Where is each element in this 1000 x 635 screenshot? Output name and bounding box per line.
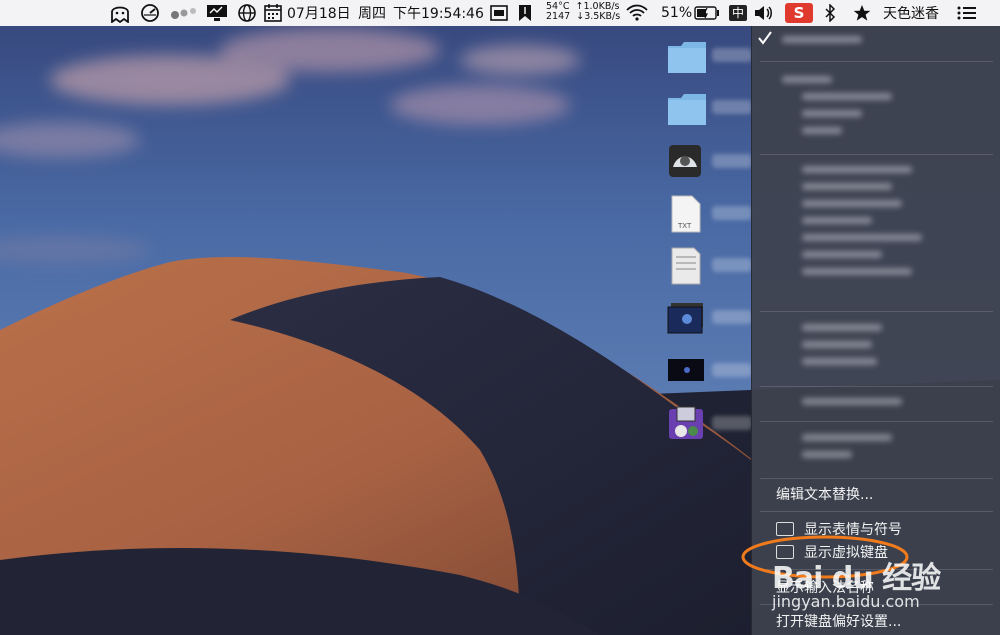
- menu-separator: [760, 386, 993, 387]
- star-icon[interactable]: [853, 0, 871, 26]
- cpu-readout: 2147: [546, 11, 571, 22]
- document-icon[interactable]: [670, 247, 710, 287]
- checkmark-icon: [758, 30, 772, 49]
- wifi-icon[interactable]: [626, 0, 648, 26]
- blurred-menu-section: [772, 66, 981, 134]
- battery-percent[interactable]: 51%: [661, 0, 692, 26]
- blurred-menu-section: [772, 314, 981, 365]
- speedometer-icon[interactable]: [140, 0, 160, 26]
- blurred-menu-section: [772, 32, 981, 43]
- blurred-menu-section: [772, 424, 981, 458]
- svg-text:TXT: TXT: [677, 222, 692, 230]
- image-file-icon[interactable]: [667, 358, 707, 398]
- file-label: [712, 206, 752, 220]
- clock-date[interactable]: 07月18日: [287, 0, 351, 26]
- menu-bar: 07月18日 周四 下午19:54:46 54°C ↑1.0KB/s 2147 …: [0, 0, 1000, 26]
- calendar-icon[interactable]: [263, 0, 283, 26]
- volume-icon[interactable]: [754, 0, 774, 26]
- installer-icon[interactable]: [667, 405, 707, 445]
- menu-item-edit-text-replacements[interactable]: 编辑文本替换...: [752, 483, 1000, 505]
- bookmark-icon[interactable]: [517, 0, 533, 26]
- globe-icon[interactable]: [237, 0, 257, 26]
- file-label: [712, 416, 752, 430]
- file-label: [712, 363, 752, 377]
- file-label: [712, 258, 752, 272]
- baidu-watermark-logo: Bai du 经验: [772, 561, 941, 596]
- menu-separator: [760, 421, 993, 422]
- folder-label: [712, 100, 752, 114]
- folder-label: [712, 48, 752, 62]
- status-icon[interactable]: [490, 0, 508, 26]
- list-icon[interactable]: [957, 0, 977, 26]
- menu-separator: [760, 511, 993, 512]
- user-name[interactable]: 天色迷香: [883, 0, 939, 26]
- menu-separator: [760, 61, 993, 62]
- bluetooth-icon[interactable]: [824, 0, 836, 26]
- dots-icon[interactable]: [170, 0, 198, 26]
- ghost-icon[interactable]: [109, 0, 131, 26]
- photo-stack-icon[interactable]: [667, 302, 707, 342]
- clock-weekday[interactable]: 周四: [358, 0, 386, 26]
- blurred-menu-section: [772, 388, 981, 405]
- battery-icon[interactable]: [694, 0, 720, 26]
- folder-icon[interactable]: [667, 92, 707, 132]
- menu-separator: [760, 311, 993, 312]
- menu-separator: [760, 478, 993, 479]
- monitor-icon[interactable]: [206, 0, 228, 26]
- txt-file-icon[interactable]: TXT: [670, 195, 710, 235]
- input-mode-indicator[interactable]: 中: [729, 5, 748, 21]
- clock-time[interactable]: 下午19:54:46: [393, 0, 484, 26]
- blurred-menu-section: [772, 156, 981, 275]
- folder-icon[interactable]: [667, 40, 707, 80]
- sogou-input-icon[interactable]: S: [785, 3, 813, 23]
- download-speed: ↓3.5KB/s: [576, 11, 621, 22]
- disk-image-icon[interactable]: [667, 143, 707, 183]
- file-label: [712, 154, 752, 168]
- baidu-watermark-url: jingyan.baidu.com: [772, 592, 920, 611]
- file-label: [712, 310, 752, 324]
- menu-separator: [760, 154, 993, 155]
- system-monitor[interactable]: 54°C ↑1.0KB/s 2147 ↓3.5KB/s: [546, 2, 620, 24]
- menu-item-keyboard-preferences[interactable]: 打开键盘偏好设置...: [752, 610, 1000, 632]
